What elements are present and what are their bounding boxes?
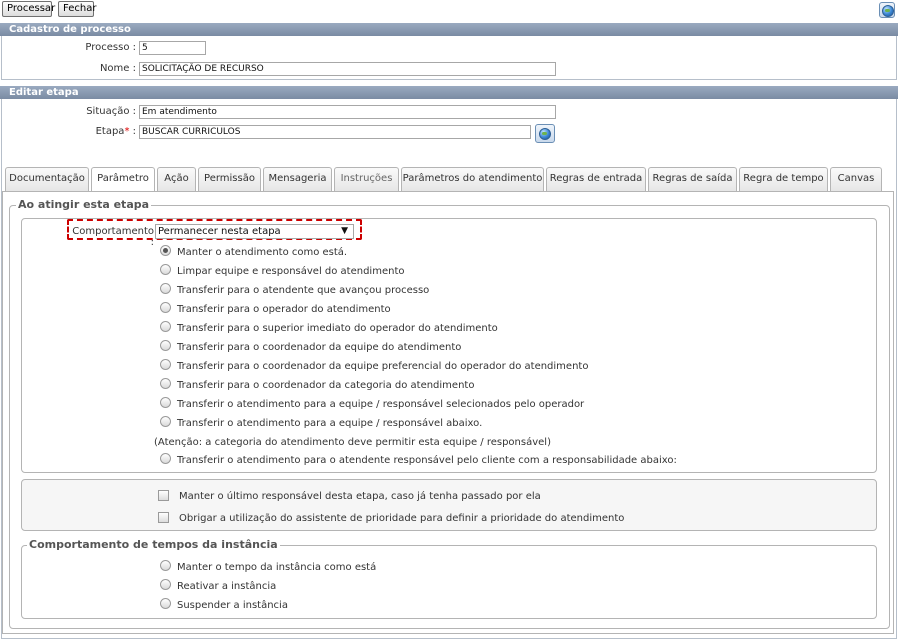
- section-header-cadastro: Cadastro de processo: [0, 23, 898, 36]
- tempos-box: [21, 545, 877, 619]
- radio-label: Transferir para o coordenador da equipe …: [177, 361, 589, 372]
- radio-button[interactable]: [160, 598, 171, 609]
- radio-label: Limpar equipe e responsável do atendimen…: [177, 266, 405, 277]
- situacao-input[interactable]: Em atendimento: [139, 105, 556, 119]
- tab-permissao[interactable]: Permissão: [198, 167, 261, 191]
- etapa-lookup-globe-icon[interactable]: [535, 124, 555, 143]
- radio-label: Transferir o atendimento para a equipe /…: [177, 418, 483, 429]
- radio-label: Transferir para o coordenador da equipe …: [177, 342, 462, 353]
- radio-label: Reativar a instância: [177, 581, 277, 592]
- radio-button[interactable]: [160, 340, 171, 351]
- tab-parametros-atendimento[interactable]: Parâmetros do atendimento: [401, 167, 544, 191]
- radio-label: Transferir o atendimento para o atendent…: [177, 455, 677, 466]
- radio-label: Transferir para o coordenador da categor…: [177, 380, 475, 391]
- radio-button[interactable]: [160, 321, 171, 332]
- situacao-label: Situação :: [86, 106, 136, 117]
- radio-button[interactable]: [160, 359, 171, 370]
- radio-button[interactable]: [160, 264, 171, 275]
- radio-label: Transferir para o atendente que avançou …: [177, 285, 430, 296]
- comportamento-select-value: Permanecer nesta etapa: [158, 226, 281, 237]
- help-globe-icon[interactable]: [879, 2, 895, 18]
- processo-input[interactable]: 5: [139, 41, 206, 55]
- etapa-label-text: Etapa: [95, 126, 125, 137]
- section-header-editar: Editar etapa: [0, 86, 898, 99]
- radio-button[interactable]: [160, 579, 171, 590]
- tab-parametro[interactable]: Parâmetro: [91, 167, 155, 192]
- process-button[interactable]: Processar: [2, 1, 55, 17]
- chevron-down-icon: ▼: [341, 226, 348, 236]
- nome-label: Nome :: [99, 63, 136, 74]
- radio-button[interactable]: [160, 560, 171, 571]
- etapa-colon: :: [129, 126, 136, 137]
- etapa-input[interactable]: BUSCAR CURRICULOS: [139, 125, 531, 139]
- radio-label: Transferir para o superior imediato do o…: [177, 323, 498, 334]
- obrigar-assistente-label: Obrigar a utilização do assistente de pr…: [179, 513, 625, 524]
- radio-label: Transferir o atendimento para a equipe /…: [177, 399, 585, 410]
- radio-label: Transferir para o operador do atendiment…: [177, 304, 391, 315]
- radio-label: Manter o tempo da instância como está: [177, 562, 377, 573]
- tab-canvas[interactable]: Canvas: [830, 167, 882, 191]
- manter-ultimo-checkbox[interactable]: [158, 490, 169, 501]
- etapa-label: Etapa* :: [40, 126, 136, 137]
- radio-button[interactable]: [160, 453, 171, 464]
- radio-button[interactable]: [160, 245, 171, 256]
- comportamento-label: Comportamento :: [72, 226, 154, 248]
- obrigar-assistente-checkbox[interactable]: [158, 512, 169, 523]
- tab-regras-entrada[interactable]: Regras de entrada: [546, 167, 646, 191]
- radio-button[interactable]: [160, 283, 171, 294]
- radio-button[interactable]: [160, 378, 171, 389]
- tab-regras-saida[interactable]: Regras de saída: [648, 167, 737, 191]
- radio-button[interactable]: [160, 416, 171, 427]
- radio-button[interactable]: [160, 397, 171, 408]
- tab-instrucoes[interactable]: Instruções: [334, 167, 399, 191]
- nome-input[interactable]: SOLICITAÇÃO DE RECURSO: [139, 62, 556, 76]
- close-button[interactable]: Fechar: [58, 1, 96, 17]
- comportamento-select[interactable]: Permanecer nesta etapa ▼: [155, 224, 354, 239]
- attention-note: (Atenção: a categoria do atendimento dev…: [154, 437, 551, 448]
- manter-ultimo-label: Manter o último responsável desta etapa,…: [179, 491, 541, 502]
- tempos-title: Comportamento de tempos da instância: [27, 538, 280, 551]
- tab-documentacao[interactable]: Documentação: [5, 167, 89, 191]
- radio-label: Suspender a instância: [177, 600, 288, 611]
- tab-regra-tempo[interactable]: Regra de tempo: [739, 167, 828, 191]
- processo-label: Processo :: [85, 42, 136, 53]
- ao-atingir-title: Ao atingir esta etapa: [16, 198, 152, 211]
- tab-mensageria[interactable]: Mensageria: [263, 167, 332, 191]
- radio-label: Manter o atendimento como está.: [177, 247, 348, 258]
- tab-acao[interactable]: Ação: [157, 167, 196, 191]
- radio-button[interactable]: [160, 302, 171, 313]
